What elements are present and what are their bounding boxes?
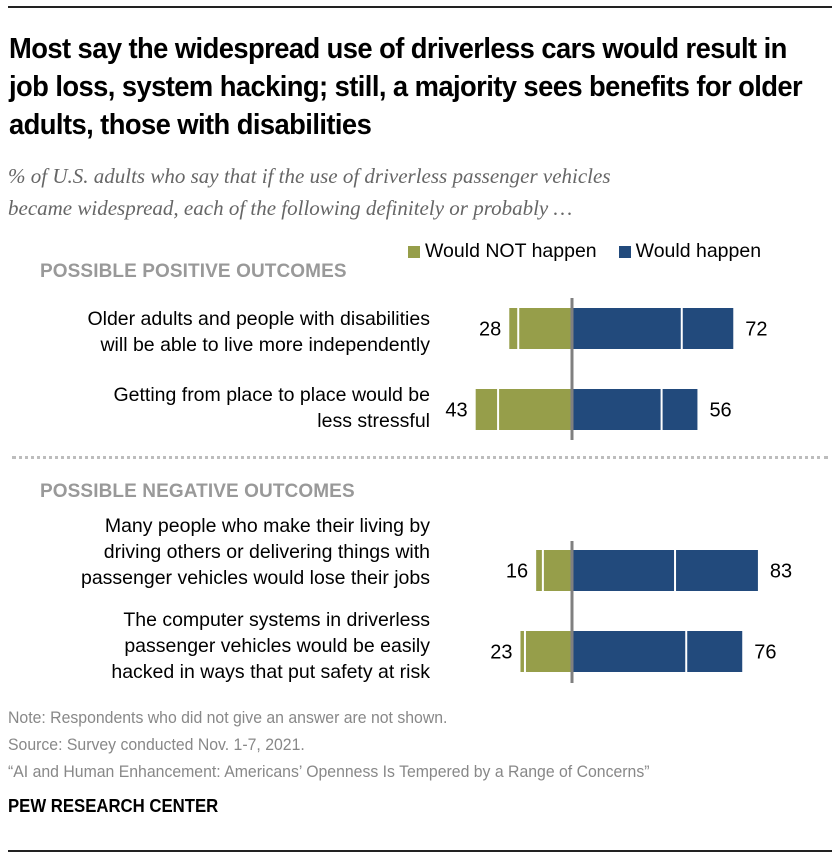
bar-happen-definitely <box>572 550 675 591</box>
value-label-not-happen: 23 <box>490 642 512 664</box>
bar-happen-probably <box>662 389 698 430</box>
bar-not-happen-definitely <box>520 631 524 672</box>
bar-not-happen-definitely <box>536 550 542 591</box>
bar-happen-probably <box>687 631 743 672</box>
bar-not-happen-probably <box>543 550 572 591</box>
value-label-not-happen: 28 <box>479 319 501 341</box>
footer-notes: Note: Respondents who did not give an an… <box>8 704 650 785</box>
bar-not-happen-definitely <box>475 389 498 430</box>
bar-not-happen-probably <box>499 389 572 430</box>
bottom-rule <box>8 850 832 852</box>
value-label-happen: 72 <box>745 319 767 341</box>
value-label-happen: 56 <box>709 400 731 422</box>
value-label-happen: 83 <box>770 561 792 583</box>
bar-happen-probably <box>676 550 758 591</box>
value-label-not-happen: 43 <box>445 400 467 422</box>
bar-happen-definitely <box>572 631 686 672</box>
footer-note: Note: Respondents who did not give an an… <box>8 708 448 727</box>
brand-name: PEW RESEARCH CENTER <box>8 796 219 816</box>
footer-source: Source: Survey conducted Nov. 1-7, 2021. <box>8 735 305 754</box>
bar-happen-probably <box>682 308 734 349</box>
bar-happen-definitely <box>572 308 681 349</box>
footer-report-title: “AI and Human Enhancement: Americans’ Op… <box>8 762 650 781</box>
bar-not-happen-definitely <box>509 308 518 349</box>
value-label-happen: 76 <box>754 642 776 664</box>
bar-not-happen-probably <box>525 631 572 672</box>
bar-happen-definitely <box>572 389 661 430</box>
value-label-not-happen: 16 <box>506 561 528 583</box>
bar-not-happen-probably <box>519 308 572 349</box>
